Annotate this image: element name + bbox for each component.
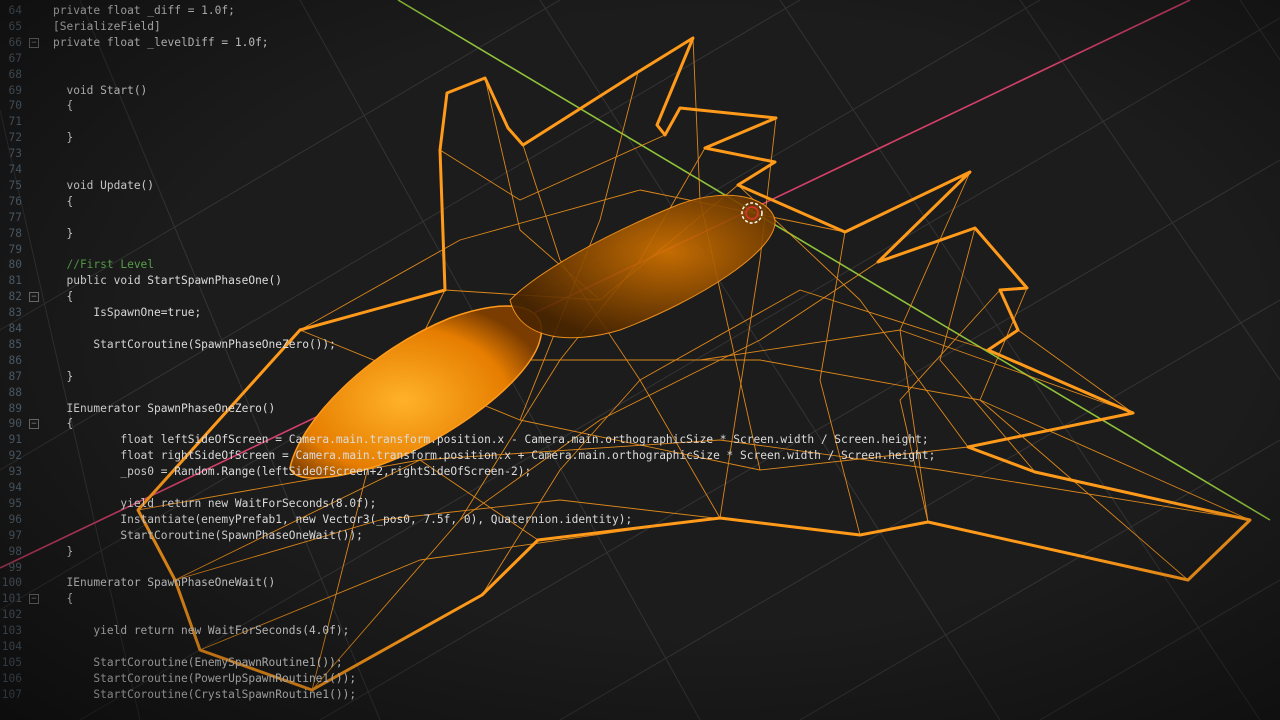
jet-wireframe[interactable]: [136, 36, 1252, 692]
jet-mesh-lines: [137, 37, 1251, 691]
cockpit-canopy: [289, 194, 776, 479]
z-axis-line: [397, 0, 1271, 521]
viewport-scene[interactable]: [0, 0, 1280, 720]
jet-outline: [136, 36, 1252, 692]
